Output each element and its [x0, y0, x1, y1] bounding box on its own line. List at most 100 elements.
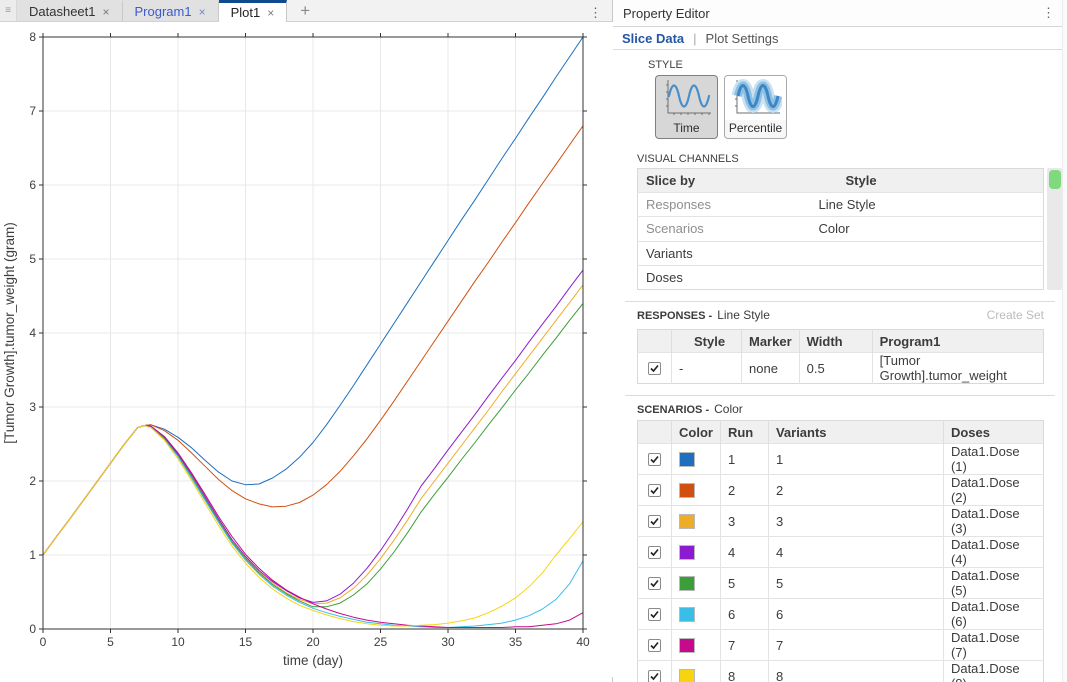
percentile-style-button[interactable]: Percentile	[724, 75, 787, 139]
scrollbar-thumb[interactable]	[1049, 170, 1061, 189]
tab-plot-settings[interactable]: Plot Settings	[706, 31, 779, 46]
width-cell: 0.5	[799, 353, 872, 384]
response-checkbox[interactable]	[648, 362, 661, 375]
svg-text:0: 0	[29, 622, 36, 636]
scenarios-label: SCENARIOS -	[637, 404, 709, 416]
color-swatch[interactable]	[679, 545, 695, 560]
tab-bar-grip-icon[interactable]: ≡	[0, 0, 17, 21]
document-tab-bar: ≡ Datasheet1 × Program1 × Plot1 × + ⋮	[0, 0, 612, 22]
col-doses: Doses	[943, 421, 1043, 444]
close-icon[interactable]: ×	[267, 6, 274, 20]
svg-text:8: 8	[29, 30, 36, 44]
table-row[interactable]: 77Data1.Dose (7)	[638, 630, 1044, 661]
slice-by-cell: Scenarios	[638, 217, 811, 241]
svg-text:40: 40	[576, 635, 590, 649]
table-row[interactable]: 66Data1.Dose (6)	[638, 599, 1044, 630]
doses-cell: Data1.Dose (1)	[943, 444, 1043, 475]
percentile-button-label: Percentile	[729, 120, 782, 138]
doses-cell: Data1.Dose (8)	[943, 661, 1043, 682]
tab-slice-data[interactable]: Slice Data	[622, 31, 684, 46]
table-row[interactable]: 44Data1.Dose (4)	[638, 537, 1044, 568]
panel-scrollbar[interactable]	[1062, 0, 1067, 682]
property-editor-menu-icon[interactable]: ⋮	[1042, 5, 1055, 21]
slice-by-cell: Responses	[638, 193, 811, 217]
time-style-button[interactable]: Time	[655, 75, 718, 139]
svg-text:10: 10	[171, 635, 185, 649]
document-panel: ≡ Datasheet1 × Program1 × Plot1 × + ⋮ 05…	[0, 0, 613, 682]
close-icon[interactable]: ×	[103, 5, 110, 19]
col-checkbox	[638, 421, 672, 444]
responses-table: Style Marker Width Program1 - none 0.5 […	[637, 329, 1044, 384]
svg-text:6: 6	[29, 178, 36, 192]
col-style: Style	[672, 330, 742, 353]
variants-cell: 2	[768, 475, 943, 506]
svg-text:1: 1	[29, 548, 36, 562]
visual-channels-table: Slice by Style Responses Line Style Scen…	[637, 168, 1044, 290]
doses-cell: Data1.Dose (2)	[943, 475, 1043, 506]
variants-cell: 3	[768, 506, 943, 537]
scenario-checkbox[interactable]	[648, 484, 661, 497]
close-icon[interactable]: ×	[199, 5, 206, 19]
tab-datasheet1[interactable]: Datasheet1 ×	[17, 0, 123, 21]
col-run: Run	[720, 421, 768, 444]
color-swatch[interactable]	[679, 452, 695, 467]
col-style: Style	[811, 169, 1044, 193]
style-cell: Line Style	[811, 193, 1044, 217]
color-swatch[interactable]	[679, 607, 695, 622]
svg-text:15: 15	[239, 635, 253, 649]
svg-text:0: 0	[40, 635, 47, 649]
tab-bar-menu-icon[interactable]: ⋮	[589, 5, 602, 21]
visual-channels-scrollbar[interactable]	[1047, 168, 1062, 290]
color-swatch[interactable]	[679, 638, 695, 653]
table-header-row: Style Marker Width Program1	[638, 330, 1044, 353]
variants-cell: 1	[768, 444, 943, 475]
svg-text:20: 20	[306, 635, 320, 649]
slice-by-cell: Doses	[638, 265, 811, 289]
table-row[interactable]: Doses	[638, 265, 1044, 289]
scenario-checkbox[interactable]	[648, 546, 661, 559]
svg-text:35: 35	[509, 635, 523, 649]
scenario-checkbox[interactable]	[648, 577, 661, 590]
svg-text:25: 25	[374, 635, 388, 649]
scenario-checkbox[interactable]	[648, 453, 661, 466]
run-cell: 6	[720, 599, 768, 630]
table-row[interactable]: Scenarios Color	[638, 217, 1044, 241]
scenario-checkbox[interactable]	[648, 515, 661, 528]
doses-cell: Data1.Dose (4)	[943, 537, 1043, 568]
table-row[interactable]: Variants	[638, 241, 1044, 265]
table-row[interactable]: 55Data1.Dose (5)	[638, 568, 1044, 599]
new-tab-button[interactable]: +	[287, 0, 323, 21]
plot-area[interactable]: 0510152025303540012345678time (day)[Tumo…	[0, 22, 612, 682]
scenarios-table: Color Run Variants Doses 11Data1.Dose (1…	[637, 420, 1044, 682]
color-swatch[interactable]	[679, 483, 695, 498]
color-swatch[interactable]	[679, 669, 695, 682]
responses-sublabel: Line Style	[717, 308, 770, 322]
style-cell: Color	[811, 217, 1044, 241]
tab-label: Program1	[135, 4, 192, 19]
style-section-label: STYLE	[648, 59, 1067, 71]
style-cell: -	[672, 353, 742, 384]
style-cell	[811, 265, 1044, 289]
variants-cell: 4	[768, 537, 943, 568]
percentile-band-icon	[725, 76, 786, 120]
col-marker: Marker	[742, 330, 800, 353]
color-swatch[interactable]	[679, 514, 695, 529]
tab-program1[interactable]: Program1 ×	[123, 0, 219, 21]
scenario-checkbox[interactable]	[648, 639, 661, 652]
tab-label: Datasheet1	[29, 4, 96, 19]
svg-text:4: 4	[29, 326, 36, 340]
color-swatch[interactable]	[679, 576, 695, 591]
table-row[interactable]: 33Data1.Dose (3)	[638, 506, 1044, 537]
run-cell: 4	[720, 537, 768, 568]
section-divider	[625, 395, 1055, 396]
tab-plot1[interactable]: Plot1 ×	[219, 0, 288, 22]
table-row[interactable]: Responses Line Style	[638, 193, 1044, 217]
doses-cell: Data1.Dose (6)	[943, 599, 1043, 630]
style-buttons: Time Percentile	[655, 75, 1067, 139]
table-row[interactable]: 22Data1.Dose (2)	[638, 475, 1044, 506]
table-row[interactable]: 11Data1.Dose (1)	[638, 444, 1044, 475]
table-row[interactable]: - none 0.5 [Tumor Growth].tumor_weight	[638, 353, 1044, 384]
scenario-checkbox[interactable]	[648, 670, 661, 682]
scenario-checkbox[interactable]	[648, 608, 661, 621]
table-row[interactable]: 88Data1.Dose (8)	[638, 661, 1044, 682]
